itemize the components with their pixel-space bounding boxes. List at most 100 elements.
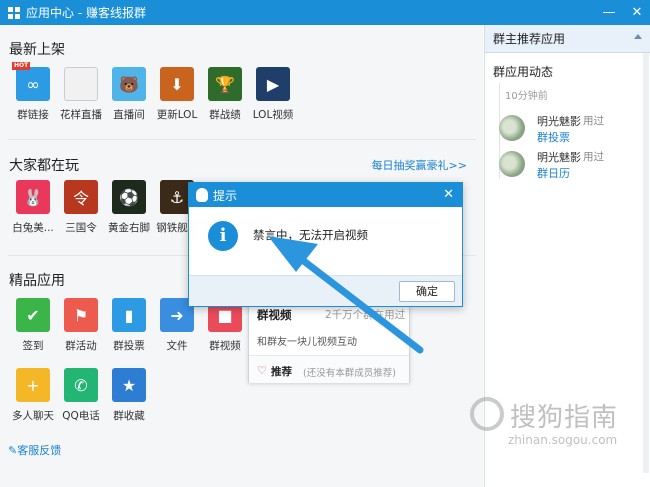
collapse-caret-icon[interactable]: [634, 34, 642, 39]
app-glyph-icon: 令: [72, 189, 89, 208]
app-tile[interactable]: ▮ 群投票: [104, 298, 154, 353]
app-tile[interactable]: ∞ HOT 群链接: [8, 62, 58, 122]
dialog-header: 提示 ✕: [189, 183, 462, 207]
sidebar-scrollbar[interactable]: [643, 53, 649, 473]
app-tile[interactable]: ⚑ 群活动: [56, 298, 106, 353]
activity-timestamp: 10分钟前: [505, 91, 548, 102]
app-icon[interactable]: 🐻: [112, 67, 146, 101]
card-title: 群视频: [257, 308, 292, 322]
info-icon: i: [208, 221, 238, 251]
window-controls: — ✕: [602, 0, 644, 25]
app-tile[interactable]: ✆ QQ电话: [56, 368, 106, 423]
alert-dialog: 提示 ✕ i 禁言中，无法开启视频 确定: [188, 182, 463, 307]
app-icon[interactable]: ⚽: [112, 180, 146, 214]
app-icon[interactable]: [64, 67, 98, 101]
app-name: 白兔美...: [12, 222, 54, 234]
qq-penguin-icon: [196, 188, 208, 202]
app-glyph-icon: 🐻: [119, 74, 139, 94]
app-icon[interactable]: ▶: [256, 67, 290, 101]
app-icon[interactable]: ✆: [64, 368, 98, 402]
app-tile[interactable]: ▶ LOL视频: [248, 67, 298, 122]
app-tile[interactable]: 🐻 直播间: [104, 67, 154, 122]
app-icon[interactable]: 🏆: [208, 67, 242, 101]
app-name: 更新LOL: [156, 109, 198, 121]
app-icon[interactable]: 🐰: [16, 180, 50, 214]
dialog-footer: 确定: [189, 275, 462, 306]
card-description: 和群友一块儿视频互动: [257, 337, 357, 348]
card-usage-count: 2千万个群在用过: [325, 309, 406, 321]
recommend-button[interactable]: 推荐: [271, 364, 292, 379]
app-name: 群投票: [113, 340, 145, 352]
app-name: 群视频: [209, 340, 241, 352]
card-footer: ♡ 推荐 (还没有本群成员推荐): [249, 355, 409, 383]
app-tile[interactable]: 🏆 群战绩: [200, 67, 250, 122]
app-name: 群活动: [65, 340, 97, 352]
app-glyph-icon: ⬇: [170, 74, 184, 94]
app-grid-icon: [8, 6, 20, 19]
activity-verb: 用过: [583, 115, 604, 127]
app-name: 文件: [166, 340, 188, 352]
section-title-new: 最新上架: [9, 42, 65, 58]
app-glyph-icon: ✔: [26, 305, 40, 325]
app-tile[interactable]: + 多人聊天: [8, 368, 58, 423]
app-name: 黄金右脚: [108, 222, 150, 234]
app-tile[interactable]: ⚽ 黄金右脚: [104, 180, 154, 235]
app-glyph-icon: ➜: [170, 305, 184, 325]
app-glyph-icon: ★: [121, 375, 137, 395]
recommend-note: (还没有本群成员推荐): [303, 368, 396, 379]
app-glyph-icon: ■: [217, 305, 233, 325]
activity-app-link[interactable]: 群投票: [537, 129, 570, 145]
app-glyph-icon: ∞: [26, 74, 40, 94]
app-info-card: 群视频 2千万个群在用过 和群友一块儿视频互动 ♡ 推荐 (还没有本群成员推荐): [248, 300, 410, 383]
app-tile[interactable]: ✔ 签到: [8, 298, 58, 353]
dialog-close-button[interactable]: ✕: [443, 187, 454, 202]
app-icon[interactable]: ⚑: [64, 298, 98, 332]
hot-badge: HOT: [12, 62, 31, 70]
daily-lottery-link[interactable]: 每日抽奖赢豪礼>>: [372, 157, 467, 173]
sogou-logo-icon: [470, 397, 504, 431]
app-name: QQ电话: [62, 410, 100, 422]
app-name: 群收藏: [113, 410, 145, 422]
app-icon[interactable]: ∞ HOT: [12, 62, 50, 101]
app-icon[interactable]: ▮: [112, 298, 146, 332]
dialog-title: 提示: [213, 188, 238, 203]
app-icon[interactable]: ★: [112, 368, 146, 402]
avatar[interactable]: [499, 115, 525, 141]
watermark-text: 搜狗指南: [510, 403, 619, 433]
app-name: 花样直播: [60, 109, 102, 121]
minimize-button[interactable]: —: [602, 5, 616, 20]
app-glyph-icon: +: [26, 375, 40, 395]
watermark-url: zhinan.sogou.com: [508, 433, 618, 447]
feedback-link[interactable]: ✎客服反馈: [8, 442, 61, 458]
sidebar-title: 群主推荐应用: [493, 32, 566, 46]
activity-item: 明光魅影 用过 群投票: [499, 113, 649, 145]
app-icon[interactable]: 令: [64, 180, 98, 214]
close-button[interactable]: ✕: [630, 5, 644, 20]
app-icon[interactable]: ✔: [16, 298, 50, 332]
activity-item: 明光魅影 用过 群日历: [499, 149, 649, 181]
divider: [8, 139, 476, 140]
app-glyph-icon: ⚓: [169, 187, 185, 207]
app-tile[interactable]: 🐰 白兔美...: [8, 180, 58, 235]
app-tile[interactable]: ★ 群收藏: [104, 368, 154, 423]
section-title-featured: 精品应用: [9, 273, 65, 289]
app-glyph-icon: ▮: [124, 305, 134, 325]
app-tile[interactable]: ⬇ 更新LOL: [152, 67, 202, 122]
app-name: LOL视频: [252, 109, 294, 121]
window-title: 应用中心 - 赚客线报群: [26, 6, 146, 20]
ok-button[interactable]: 确定: [399, 281, 455, 302]
app-tile[interactable]: 令三国令: [56, 180, 106, 235]
app-icon[interactable]: ⬇: [160, 67, 194, 101]
avatar[interactable]: [499, 151, 525, 177]
activity-user[interactable]: 明光魅影: [537, 113, 581, 129]
app-tile[interactable]: 花样直播: [56, 67, 106, 122]
heart-icon[interactable]: ♡: [257, 364, 267, 377]
sidebar-header[interactable]: 群主推荐应用: [485, 25, 650, 53]
activity-app-link[interactable]: 群日历: [537, 165, 570, 181]
app-icon[interactable]: +: [16, 368, 50, 402]
activity-user[interactable]: 明光魅影: [537, 149, 581, 165]
app-name: 多人聊天: [12, 410, 54, 422]
sidebar-subtitle: 群应用动态: [493, 65, 554, 79]
app-glyph-icon: ✆: [74, 375, 88, 395]
activity-verb: 用过: [583, 151, 604, 163]
